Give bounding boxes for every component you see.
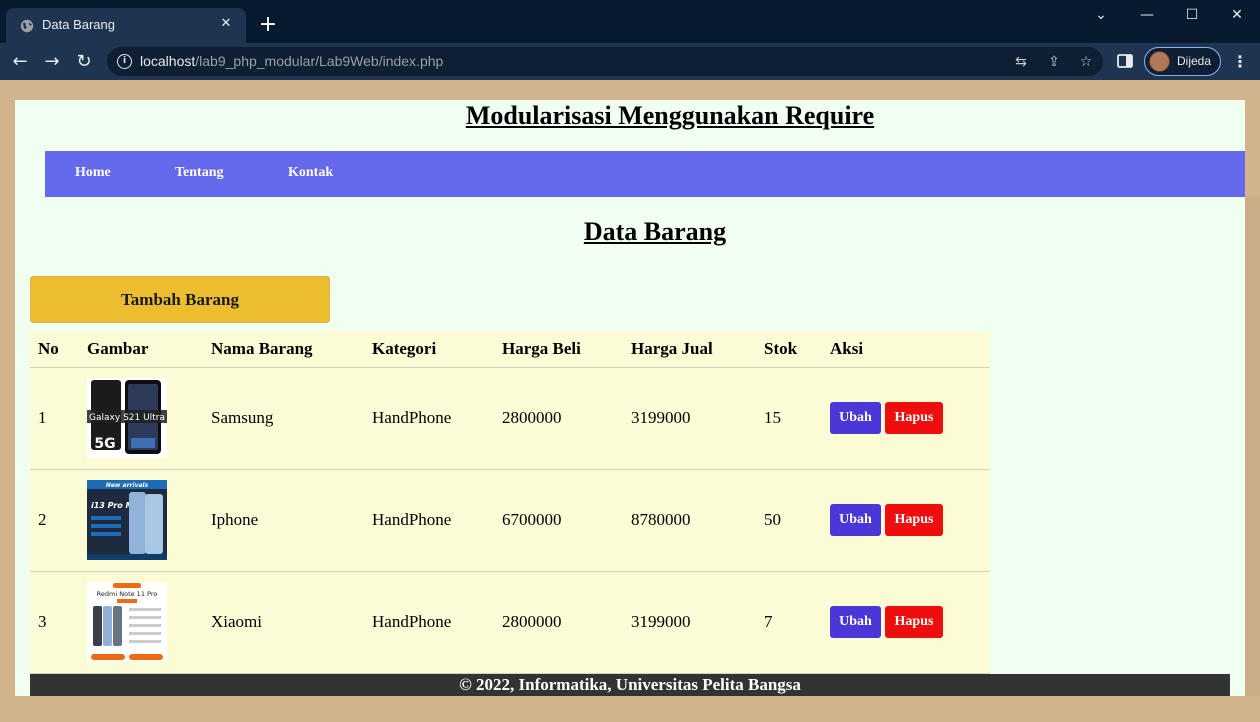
- reload-icon[interactable]: ↻: [71, 49, 97, 75]
- tab-title: Data Barang: [42, 17, 115, 32]
- cell-no: 3: [38, 612, 47, 631]
- nav-home[interactable]: Home: [75, 151, 111, 197]
- nav-tentang[interactable]: Tentang: [175, 151, 224, 197]
- main-nav: Home Tentang Kontak: [45, 151, 1245, 197]
- bookmark-star-icon[interactable]: ☆: [1075, 51, 1097, 73]
- url-path: /lab9_php_modular/Lab9Web/index.php: [195, 53, 444, 69]
- header-nama-barang: Nama Barang: [211, 339, 313, 358]
- page-title: Modularisasi Menggunakan Require: [465, 101, 875, 130]
- section-title: Data Barang: [583, 217, 727, 246]
- cell-stok: 15: [764, 408, 781, 427]
- browser-tab[interactable]: Data Barang ✕: [6, 8, 246, 43]
- tab-close-icon[interactable]: ✕: [216, 14, 236, 34]
- header-harga-beli: Harga Beli: [502, 339, 581, 358]
- image-caption: Galaxy S21 Ultra: [89, 413, 165, 423]
- cell-harga-beli: 2800000: [502, 408, 562, 427]
- site-info-icon[interactable]: i: [117, 54, 132, 69]
- new-tab-icon[interactable]: +: [256, 14, 280, 38]
- page-container: Modularisasi Menggunakan Require Home Te…: [15, 100, 1245, 696]
- cell-no: 2: [38, 510, 47, 529]
- footer: © 2022, Informatika, Universitas Pelita …: [30, 674, 1230, 696]
- header-harga-jual: Harga Jual: [631, 339, 713, 358]
- cell-harga-jual: 3199000: [631, 612, 691, 631]
- avatar: [1149, 51, 1170, 72]
- translate-icon[interactable]: ⇆: [1010, 51, 1032, 73]
- url-text[interactable]: localhost/lab9_php_modular/Lab9Web/index…: [140, 53, 443, 69]
- header-kategori: Kategori: [372, 339, 437, 358]
- table-row: 3 Redmi Note 11 Pro Xiaomi HandPhone 280…: [30, 572, 990, 674]
- image-badge: 5G: [94, 436, 115, 452]
- url-host: localhost: [140, 53, 196, 69]
- profile-name: Dijeda: [1177, 54, 1212, 68]
- cell-harga-jual: 3199000: [631, 408, 691, 427]
- data-table: No Gambar Nama Barang Kategori Harga Bel…: [30, 331, 990, 674]
- cell-stok: 50: [764, 510, 781, 529]
- cell-kategori: HandPhone: [372, 612, 452, 631]
- product-image-xiaomi: Redmi Note 11 Pro: [87, 582, 167, 662]
- cell-nama: Iphone: [211, 510, 259, 529]
- header-stok: Stok: [764, 339, 798, 358]
- tab-search-icon[interactable]: ⌄: [1086, 4, 1116, 26]
- image-caption: New arrivals: [106, 482, 149, 489]
- image-caption: Redmi Note 11 Pro: [97, 590, 158, 598]
- delete-button[interactable]: Hapus: [885, 606, 943, 638]
- back-icon[interactable]: ←: [7, 49, 33, 75]
- edit-button[interactable]: Ubah: [830, 504, 881, 536]
- page-edge-shadow: [1245, 197, 1260, 696]
- product-image-samsung: Galaxy S21 Ultra 5G: [87, 378, 167, 458]
- cell-nama: Xiaomi: [211, 612, 262, 631]
- cell-no: 1: [38, 408, 47, 427]
- address-bar[interactable]: i localhost/lab9_php_modular/Lab9Web/ind…: [107, 47, 1103, 76]
- cell-kategori: HandPhone: [372, 408, 452, 427]
- nav-kontak[interactable]: Kontak: [288, 151, 333, 197]
- delete-button[interactable]: Hapus: [885, 504, 943, 536]
- maximize-icon[interactable]: ☐: [1177, 4, 1207, 26]
- delete-button[interactable]: Hapus: [885, 402, 943, 434]
- product-image-iphone: New arrivals i13 Pro Max: [87, 480, 167, 560]
- header-aksi: Aksi: [830, 339, 864, 358]
- forward-icon[interactable]: →: [39, 49, 65, 75]
- edit-button[interactable]: Ubah: [830, 402, 881, 434]
- header-gambar: Gambar: [87, 339, 149, 358]
- globe-icon: [20, 19, 34, 33]
- header-no: No: [38, 339, 59, 358]
- table-row: 2 New arrivals i13 Pro Max Iphone HandPh…: [30, 470, 990, 572]
- cell-harga-beli: 6700000: [502, 510, 562, 529]
- cell-nama: Samsung: [211, 408, 274, 427]
- browser-toolbar: ← → ↻ i localhost/lab9_php_modular/Lab9W…: [0, 43, 1260, 80]
- side-panel-icon[interactable]: [1116, 52, 1134, 70]
- more-menu-icon[interactable]: ⋮: [1230, 49, 1250, 75]
- cell-kategori: HandPhone: [372, 510, 452, 529]
- minimize-icon[interactable]: —: [1132, 4, 1162, 26]
- table-row: 1 Galaxy S21 Ultra 5G Samsung HandPhone …: [30, 368, 990, 470]
- share-icon[interactable]: ⇪: [1043, 51, 1065, 73]
- add-item-button[interactable]: Tambah Barang: [30, 276, 330, 323]
- browser-tab-strip: Data Barang ✕ + ⌄ — ☐ ✕: [0, 0, 1260, 43]
- cell-harga-jual: 8780000: [631, 510, 691, 529]
- edit-button[interactable]: Ubah: [830, 606, 881, 638]
- cell-harga-beli: 2800000: [502, 612, 562, 631]
- close-window-icon[interactable]: ✕: [1222, 4, 1252, 26]
- table-header: No Gambar Nama Barang Kategori Harga Bel…: [30, 331, 990, 368]
- cell-stok: 7: [764, 612, 773, 631]
- profile-button[interactable]: Dijeda: [1144, 47, 1221, 76]
